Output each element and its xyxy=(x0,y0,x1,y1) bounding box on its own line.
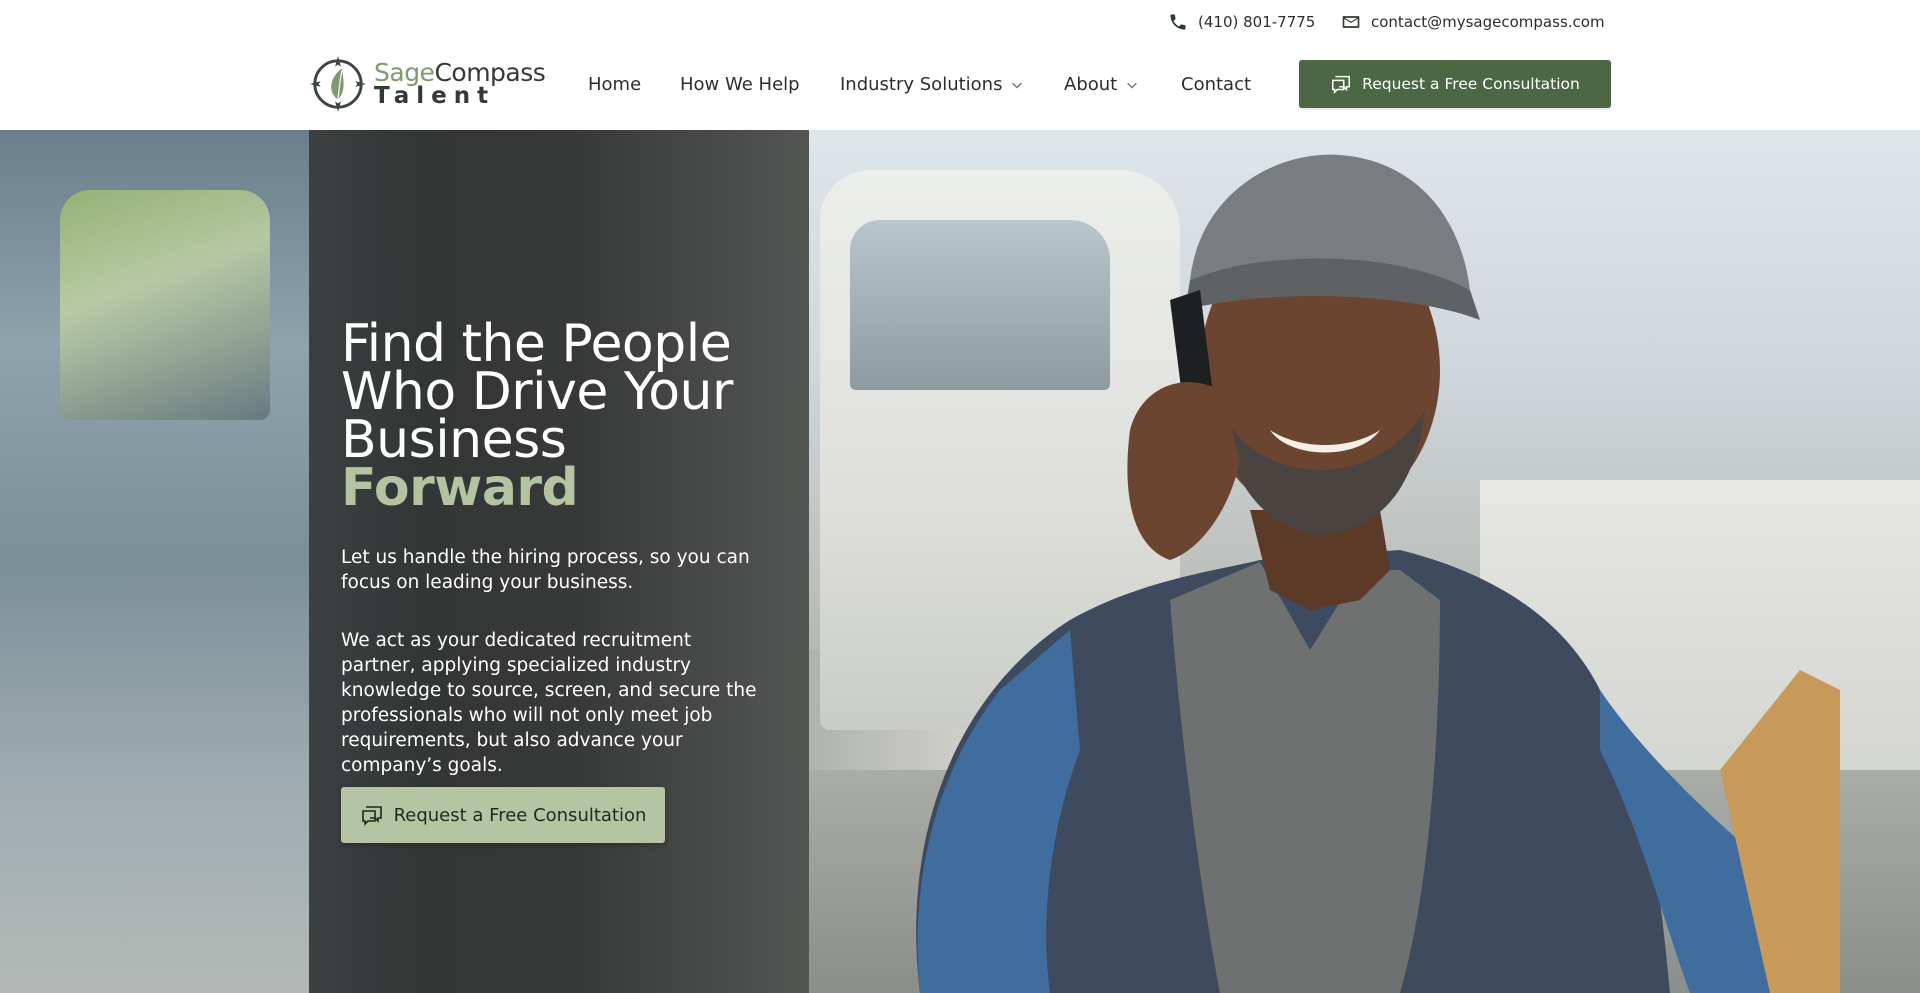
brand-name: SageCompass xyxy=(374,60,546,85)
phone-link[interactable]: (410) 801-7775 xyxy=(1168,12,1315,32)
nav-item-label: Contact xyxy=(1181,74,1252,95)
brand-logo[interactable]: SageCompass Talent xyxy=(309,53,546,115)
nav-item-label: Home xyxy=(588,74,642,95)
nav-item-how-we-help[interactable]: How We Help xyxy=(680,74,800,95)
site-header: SageCompass Talent Home How We Help Indu… xyxy=(0,44,1920,130)
header-consultation-button[interactable]: Request a Free Consultation xyxy=(1299,60,1611,108)
nav-item-label: Industry Solutions xyxy=(840,74,1003,95)
chat-bubbles-icon xyxy=(361,806,382,826)
phone-icon xyxy=(1170,14,1186,30)
hero-subheading: Let us handle the hiring process, so you… xyxy=(341,547,750,593)
hero-heading-main: Find the People Who Drive Your Business xyxy=(341,314,733,470)
hero-section: Find the People Who Drive Your Business … xyxy=(0,130,1920,993)
brand-tagline: Talent xyxy=(374,83,496,109)
nav-item-label: How We Help xyxy=(680,74,800,95)
hero-consultation-button[interactable]: Request a Free Consultation xyxy=(341,787,665,843)
email-address: contact@mysagecompass.com xyxy=(1371,13,1605,31)
hero-body-text: We act as your dedicated recruitment par… xyxy=(341,630,757,776)
truck-window xyxy=(60,190,270,420)
nav-item-contact[interactable]: Contact xyxy=(1181,74,1251,95)
mail-icon xyxy=(1342,16,1360,28)
chevron-down-icon xyxy=(1012,82,1023,89)
phone-number: (410) 801-7775 xyxy=(1198,13,1316,31)
hero-heading-accent: Forward xyxy=(341,458,579,518)
header-consultation-label: Request a Free Consultation xyxy=(1362,75,1580,93)
nav-item-about[interactable]: About xyxy=(1064,74,1139,95)
compass-leaf-logo xyxy=(309,55,367,113)
nav-item-home[interactable]: Home xyxy=(588,74,641,95)
email-link[interactable]: contact@mysagecompass.com xyxy=(1341,12,1605,32)
chat-bubbles-icon xyxy=(1332,75,1351,95)
nav-item-industry-solutions[interactable]: Industry Solutions xyxy=(840,74,1024,95)
contact-bar: (410) 801-7775 contact@mysagecompass.com xyxy=(0,0,1920,44)
brand-wordmark: SageCompass Talent xyxy=(374,60,546,109)
hero-background-truck-left xyxy=(0,130,309,993)
nav-item-label: About xyxy=(1064,74,1118,95)
chevron-down-icon xyxy=(1127,82,1138,89)
hero-consultation-label: Request a Free Consultation xyxy=(393,804,647,826)
hero-photo-driver xyxy=(916,154,1840,993)
hero-heading: Find the People Who Drive Your Business … xyxy=(341,318,811,514)
